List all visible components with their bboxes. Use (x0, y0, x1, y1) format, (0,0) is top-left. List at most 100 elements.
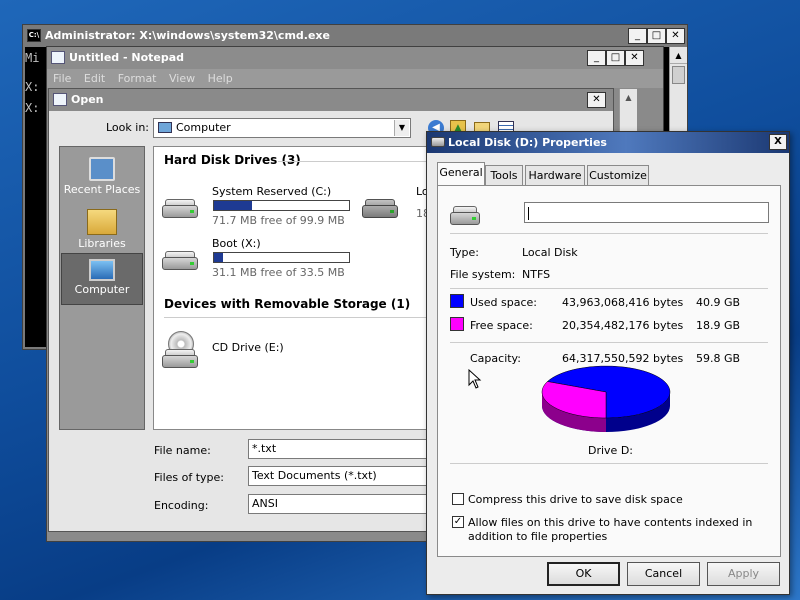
minimize-button[interactable]: _ (628, 28, 647, 44)
maximize-button[interactable]: □ (606, 50, 625, 66)
apply-button[interactable]: Apply (707, 562, 780, 586)
capacity-label: Capacity: (470, 352, 521, 365)
divider (450, 233, 768, 234)
drive-item-c[interactable]: System Reserved (C:) 71.7 MB free of 99.… (158, 183, 358, 229)
cd-drive-item[interactable]: CD Drive (E:) (158, 323, 358, 373)
drive-name-input[interactable] (524, 202, 769, 223)
tab-general[interactable]: General (437, 162, 485, 186)
place-label: Recent Places (63, 183, 141, 196)
file-type-dropdown[interactable]: Text Documents (*.txt) (248, 466, 430, 486)
drive-free-text: 31.1 MB free of 33.5 MB (212, 266, 345, 279)
close-button[interactable]: ✕ (666, 28, 685, 44)
menu-format[interactable]: Format (118, 72, 157, 85)
used-space-label: Used space: (470, 296, 538, 309)
hdd-group-divider (278, 161, 428, 162)
notepad-titlebar[interactable]: Untitled - Notepad _ □ ✕ (47, 47, 663, 69)
menu-view[interactable]: View (169, 72, 195, 85)
place-recent-places[interactable]: Recent Places (60, 153, 144, 203)
free-space-swatch (450, 317, 464, 331)
mouse-pointer-icon (468, 369, 482, 389)
divider (450, 288, 768, 289)
close-button[interactable]: ✕ (587, 92, 606, 108)
notepad-icon (51, 51, 65, 64)
tab-hardware[interactable]: Hardware (525, 165, 585, 186)
cmd-icon: C:\ (27, 29, 41, 42)
drive-title-icon (431, 137, 445, 147)
hard-drive-icon (362, 199, 398, 219)
recent-places-icon (89, 157, 115, 181)
divider (450, 342, 768, 343)
filesystem-value: NTFS (522, 268, 551, 281)
place-label: Computer (74, 283, 130, 296)
file-list[interactable]: Hard Disk Drives (3) System Reserved (C:… (153, 146, 429, 430)
chevron-down-icon[interactable]: ▼ (394, 120, 409, 136)
computer-small-icon (158, 122, 172, 133)
drive-label: Drive D: (588, 444, 633, 457)
drive-usage-fill (214, 201, 252, 210)
file-name-input[interactable]: *.txt (248, 439, 430, 459)
scroll-up-arrow-icon[interactable]: ▲ (620, 89, 637, 106)
properties-titlebar[interactable]: Local Disk (D:) Properties X (427, 132, 789, 153)
menu-file[interactable]: File (53, 72, 71, 85)
menu-help[interactable]: Help (208, 72, 233, 85)
file-name-label: File name: (154, 444, 211, 457)
notepad-title: Untitled - Notepad (69, 51, 185, 64)
look-in-label: Look in: (106, 121, 149, 134)
close-button[interactable]: ✕ (625, 50, 644, 66)
capacity-gb: 59.8 GB (696, 352, 741, 365)
drive-usage-bar (213, 200, 350, 211)
removable-group-divider (164, 317, 428, 318)
filesystem-label: File system: (450, 268, 516, 281)
hdd-group-header: Hard Disk Drives (3) (164, 153, 301, 167)
open-dialog-icon (53, 93, 67, 106)
open-title: Open (71, 93, 104, 106)
compress-label: Compress this drive to save disk space (468, 493, 683, 506)
properties-dialog[interactable]: Local Disk (D:) Properties X General Too… (426, 131, 790, 595)
notepad-menubar: File Edit Format View Help (47, 69, 663, 88)
tab-customize[interactable]: Customize (587, 165, 649, 186)
general-panel: Type: Local Disk File system: NTFS Used … (437, 185, 781, 557)
place-libraries[interactable]: Libraries (60, 205, 144, 255)
place-label: Libraries (78, 237, 126, 250)
encoding-dropdown[interactable]: ANSI (248, 494, 430, 514)
encoding-label: Encoding: (154, 499, 209, 512)
tab-tools[interactable]: Tools (485, 165, 523, 186)
cd-drive-name: CD Drive (E:) (212, 341, 284, 354)
disk-usage-pie (541, 365, 671, 432)
encoding-value: ANSI (252, 497, 278, 510)
ok-button[interactable]: OK (547, 562, 620, 586)
scroll-thumb[interactable] (672, 66, 685, 84)
file-type-label: Files of type: (154, 471, 225, 484)
drive-item-x[interactable]: Boot (X:) 31.1 MB free of 33.5 MB (158, 235, 358, 281)
close-button[interactable]: X (769, 134, 787, 150)
free-space-label: Free space: (470, 319, 533, 332)
text-cursor (528, 206, 529, 220)
look-in-dropdown[interactable]: Computer ▼ (153, 118, 411, 138)
used-space-bytes: 43,963,068,416 bytes (562, 296, 684, 309)
menu-edit[interactable]: Edit (84, 72, 105, 85)
cmd-titlebar[interactable]: C:\ Administrator: X:\windows\system32\c… (23, 25, 687, 47)
scroll-up-arrow-icon[interactable]: ▲ (670, 47, 687, 64)
look-in-value: Computer (176, 121, 231, 134)
place-computer[interactable]: Computer (61, 253, 143, 305)
cancel-button[interactable]: Cancel (627, 562, 700, 586)
used-space-gb: 40.9 GB (696, 296, 741, 309)
minimize-button[interactable]: _ (587, 50, 606, 66)
libraries-icon (87, 209, 117, 235)
drive-item-d-partial[interactable]: Lo 18 (362, 183, 428, 229)
open-titlebar[interactable]: Open ✕ (49, 89, 613, 111)
index-checkbox[interactable]: ✓ (452, 516, 464, 528)
file-type-value: Text Documents (*.txt) (252, 469, 377, 482)
compress-checkbox[interactable] (452, 493, 464, 505)
maximize-button[interactable]: □ (647, 28, 666, 44)
cmd-title: Administrator: X:\windows\system32\cmd.e… (45, 29, 330, 42)
divider (450, 463, 768, 464)
file-name-value: *.txt (252, 442, 277, 455)
properties-title: Local Disk (D:) Properties (448, 136, 607, 149)
drive-name: System Reserved (C:) (212, 185, 332, 198)
free-space-gb: 18.9 GB (696, 319, 741, 332)
local-disk-icon (450, 206, 480, 226)
hard-drive-icon (162, 199, 198, 219)
drive-name: Boot (X:) (212, 237, 261, 250)
index-label: Allow files on this drive to have conten… (468, 516, 753, 543)
